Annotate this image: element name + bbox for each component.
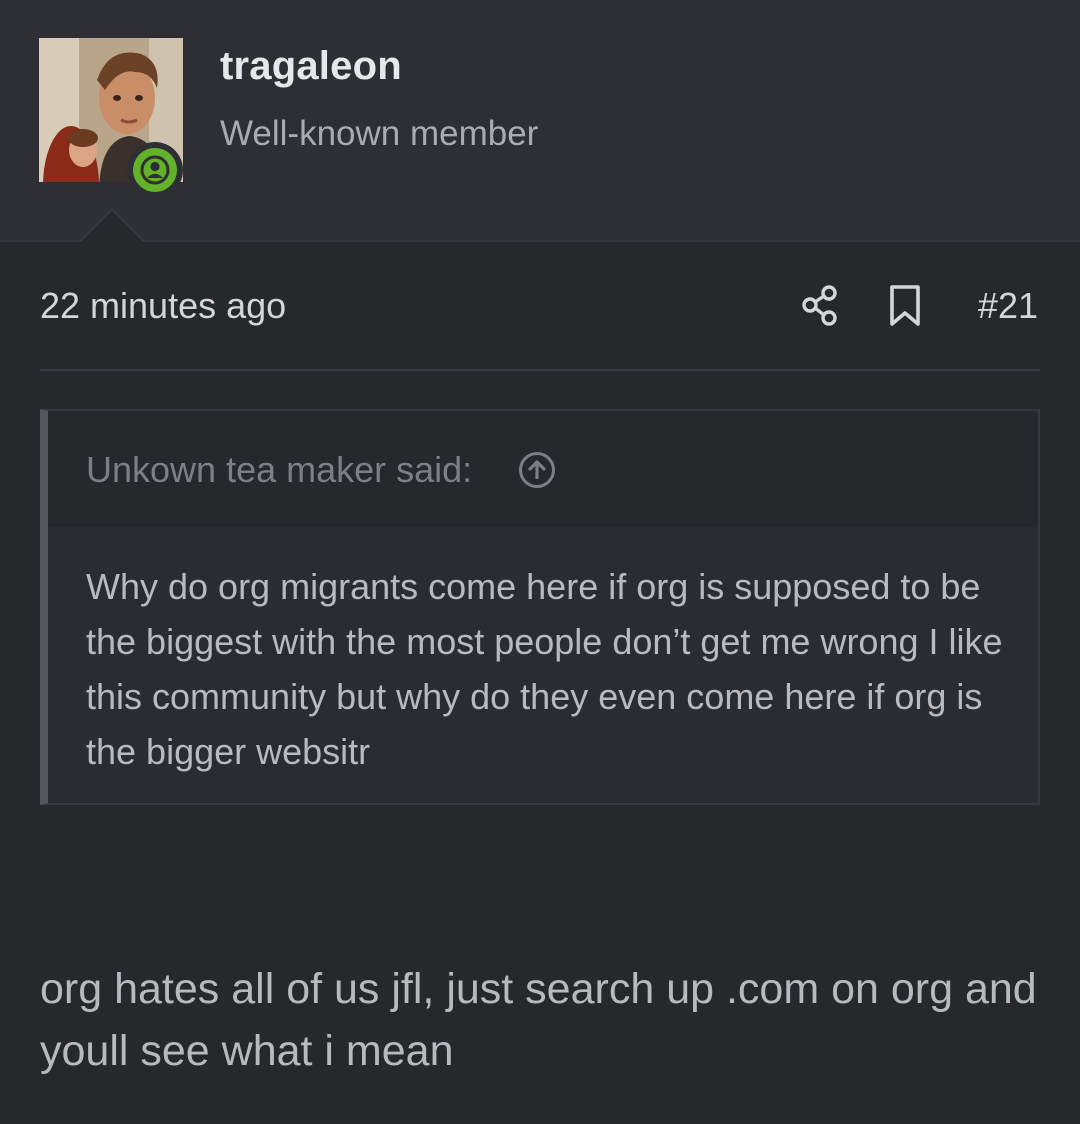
quote-text: Why do org migrants come here if org is … <box>86 566 1003 772</box>
username-link[interactable]: tragaleon <box>220 44 402 89</box>
post-meta: 22 minutes ago #21 <box>40 280 1040 334</box>
user-title: Well-known member <box>220 114 539 153</box>
quote-header[interactable]: Unkown tea maker said: <box>48 411 1038 527</box>
post-message: org hates all of us jfl, just search up … <box>40 965 1037 1075</box>
quote-author[interactable]: Unkown tea maker said: <box>86 449 472 491</box>
divider <box>40 369 1040 371</box>
arrow-up-circle-icon[interactable] <box>518 451 556 489</box>
bookmark-icon[interactable] <box>888 284 922 328</box>
forum-post: tragaleon Well-known member 22 minutes a… <box>0 0 1080 1124</box>
user-header: tragaleon Well-known member <box>0 0 1080 242</box>
share-icon[interactable] <box>800 284 840 328</box>
post-timestamp[interactable]: 22 minutes ago <box>40 285 286 327</box>
quote-block: Unkown tea maker said: Why do org migran… <box>40 409 1040 805</box>
online-status-badge <box>127 142 183 198</box>
post-number-link[interactable]: #21 <box>978 285 1038 327</box>
header-pointer <box>78 208 146 243</box>
user-online-icon <box>133 148 177 192</box>
